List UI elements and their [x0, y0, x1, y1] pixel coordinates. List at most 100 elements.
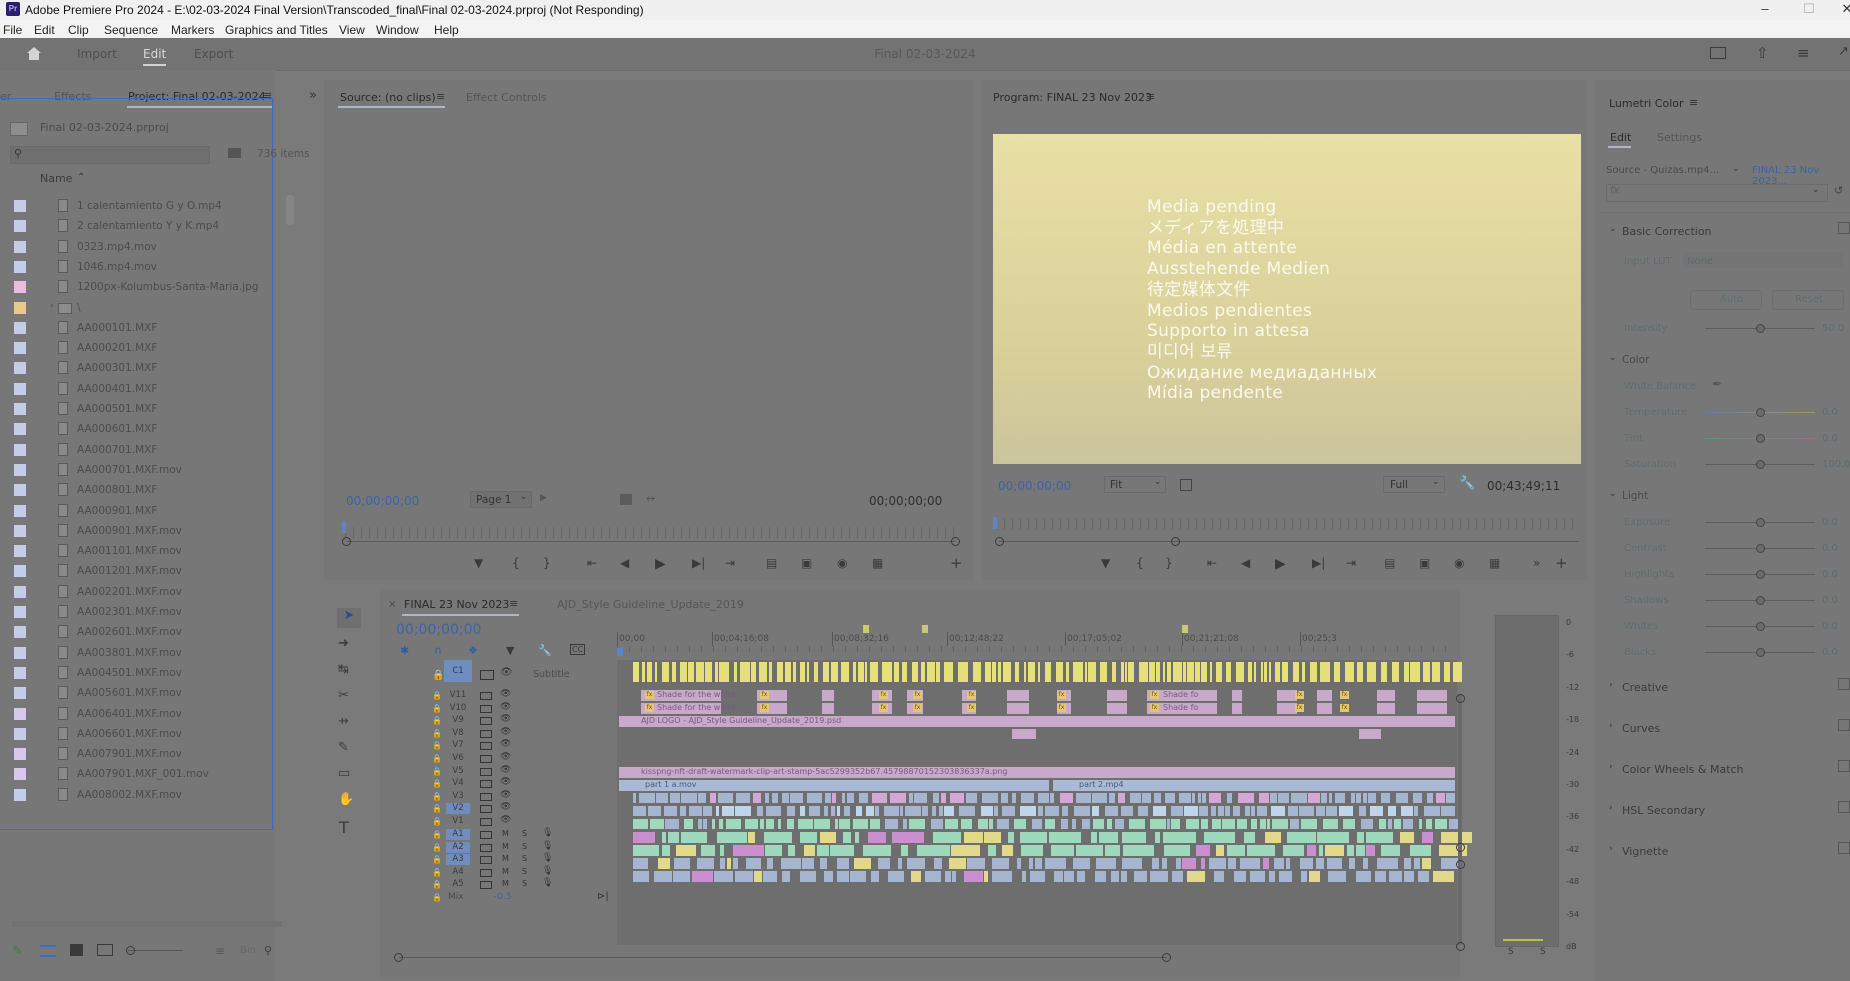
video-clip[interactable]	[1316, 806, 1325, 816]
list-item[interactable]: 0323.mp4.mov	[0, 237, 260, 257]
audio-clip[interactable]	[817, 845, 829, 856]
microphone-icon[interactable]: 🎙	[542, 853, 553, 863]
caption-clip[interactable]	[800, 662, 805, 682]
audio-clip[interactable]	[800, 832, 817, 843]
video-clip[interactable]	[844, 806, 850, 816]
go-to-in-icon[interactable]: ⇤	[587, 556, 597, 570]
add-marker-icon[interactable]: ▼	[474, 556, 483, 570]
audio-clip[interactable]	[1201, 858, 1205, 869]
list-item[interactable]: AA006601.MXF.mov	[0, 724, 260, 744]
caption-clip[interactable]	[858, 662, 864, 682]
video-clip[interactable]	[1115, 819, 1124, 829]
video-clip[interactable]	[959, 806, 975, 816]
video-clip[interactable]	[870, 819, 880, 829]
video-clip[interactable]	[1419, 819, 1422, 829]
audio-clip[interactable]	[892, 832, 924, 843]
video-clip[interactable]	[1154, 793, 1161, 803]
caption-clip[interactable]	[992, 662, 996, 682]
lock-icon[interactable]: 🔒	[432, 830, 442, 839]
audio-clip[interactable]	[1196, 845, 1210, 856]
video-clip[interactable]	[1062, 806, 1068, 816]
caption-clip[interactable]	[985, 662, 991, 682]
video-clip[interactable]	[961, 819, 972, 829]
solo-button[interactable]: S	[522, 854, 527, 863]
track-label[interactable]: A3	[446, 854, 470, 866]
video-clip[interactable]	[1171, 806, 1183, 816]
audio-clip[interactable]	[674, 858, 690, 869]
menu-graphics[interactable]: Graphics and Titles	[225, 23, 328, 37]
exposure-value[interactable]: 0.0	[1822, 517, 1838, 528]
audio-clip[interactable]	[1076, 845, 1103, 856]
caption-clip[interactable]	[1236, 662, 1244, 682]
track-label[interactable]: A2	[446, 841, 470, 853]
mix-go-to-end-icon[interactable]: ⊳|	[597, 891, 609, 902]
go-to-in-icon[interactable]: ⇤	[1207, 556, 1217, 570]
video-clip[interactable]	[689, 806, 702, 816]
video-clip[interactable]	[1251, 806, 1255, 816]
audio-clip[interactable]	[1163, 832, 1196, 843]
audio-clip[interactable]	[633, 871, 649, 882]
label-color-swatch[interactable]	[14, 281, 26, 294]
video-clip[interactable]	[1072, 819, 1076, 829]
video-clip[interactable]	[1363, 793, 1367, 803]
tab-effect-controls[interactable]: Effect Controls	[466, 91, 547, 104]
section-basic-correction[interactable]: Basic Correction	[1622, 225, 1712, 238]
audio-clip[interactable]	[911, 871, 921, 882]
audio-clip[interactable]	[1176, 858, 1181, 869]
video-clip[interactable]	[831, 806, 835, 816]
caption-clip[interactable]	[1024, 662, 1026, 682]
video-clip[interactable]	[716, 806, 719, 816]
close-icon[interactable]: ✕	[1838, 1, 1850, 17]
mark-out-icon[interactable]: }	[543, 556, 551, 570]
source-playhead[interactable]	[342, 521, 346, 533]
video-clip[interactable]	[822, 703, 834, 714]
caption-clip[interactable]	[1226, 662, 1231, 682]
lock-icon[interactable]: 🔒	[432, 880, 442, 889]
label-color-swatch[interactable]	[14, 565, 26, 578]
audio-clip[interactable]	[863, 845, 891, 856]
caption-clip[interactable]	[1015, 662, 1019, 682]
caption-clip[interactable]	[973, 662, 981, 682]
add-button-icon[interactable]: +	[950, 554, 963, 572]
mute-button[interactable]: M	[502, 842, 509, 851]
video-clip[interactable]	[1060, 793, 1073, 803]
label-color-swatch[interactable]	[14, 788, 26, 801]
caption-clip[interactable]	[1254, 662, 1256, 682]
eye-icon[interactable]: 👁	[500, 777, 511, 787]
menu-markers[interactable]: Markers	[171, 23, 214, 37]
captions-icon[interactable]: CC	[570, 644, 586, 655]
video-clip[interactable]	[809, 806, 820, 816]
caption-clip[interactable]	[715, 662, 718, 682]
caption-clip[interactable]	[936, 662, 940, 682]
caption-clip[interactable]	[680, 662, 687, 682]
audio-clip[interactable]	[733, 858, 738, 869]
caption-clip[interactable]	[1264, 662, 1267, 682]
reset-effect-icon[interactable]: ↺	[1834, 184, 1843, 197]
audio-clip[interactable]	[673, 871, 690, 882]
video-clip[interactable]	[1107, 690, 1127, 701]
audio-clip[interactable]	[964, 832, 983, 843]
video-clip[interactable]	[787, 819, 794, 829]
video-clip[interactable]	[909, 793, 913, 803]
caption-clip[interactable]	[1121, 662, 1124, 682]
video-clip[interactable]	[1192, 793, 1195, 803]
video-clip[interactable]	[1379, 819, 1386, 829]
expand-color-icon[interactable]: ⌄	[1609, 353, 1617, 363]
sort-icons-icon[interactable]: ≡	[215, 944, 225, 958]
tab-sequence-final[interactable]: FINAL 23 Nov 2023	[404, 598, 509, 611]
microphone-icon[interactable]: 🎙	[542, 841, 553, 851]
audio-clip[interactable]	[1283, 845, 1304, 856]
video-clip[interactable]	[735, 806, 751, 816]
icon-view-icon[interactable]	[70, 944, 83, 956]
caption-clip[interactable]	[1149, 662, 1155, 682]
saturation-knob[interactable]	[1756, 460, 1765, 469]
label-color-swatch[interactable]	[14, 423, 26, 436]
audio-clip[interactable]	[1209, 858, 1226, 869]
video-clip[interactable]	[859, 793, 868, 803]
shadows-knob[interactable]	[1756, 596, 1765, 605]
audio-clip[interactable]	[1317, 832, 1349, 843]
eye-icon[interactable]: 👁	[500, 752, 511, 762]
audio-clip[interactable]	[1307, 845, 1316, 856]
sync-lock-icon[interactable]	[480, 805, 492, 814]
caption-clip[interactable]	[1302, 662, 1305, 682]
